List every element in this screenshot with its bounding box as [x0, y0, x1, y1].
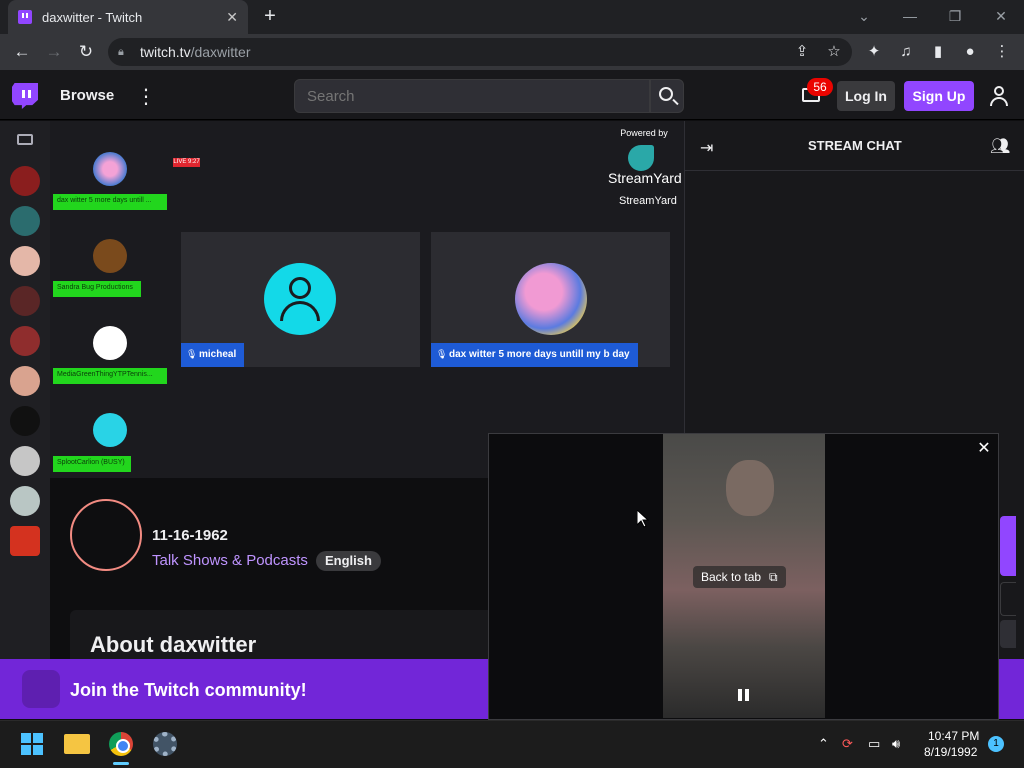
file-explorer-icon[interactable]	[64, 734, 90, 754]
back-arrow-icon[interactable]: ←	[11, 42, 33, 62]
signup-button[interactable]: Sign Up	[904, 81, 974, 111]
streamyard-logo-icon	[628, 145, 654, 171]
channel-avatar[interactable]	[10, 446, 40, 476]
live-badge: LIVE 9:27	[173, 158, 200, 167]
chat-input-edge[interactable]	[1000, 582, 1016, 616]
twitch-favicon-icon	[18, 10, 32, 24]
reload-icon[interactable]: ↻	[75, 42, 97, 62]
windows-start-icon[interactable]	[21, 733, 43, 755]
back-to-tab-label: Back to tab	[701, 570, 762, 584]
external-link-icon: ⧉	[769, 570, 778, 584]
tab-search-icon[interactable]: ⌄	[852, 6, 876, 26]
share-icon[interactable]: ⇪	[792, 42, 812, 62]
browser-tab[interactable]: daxwitter - Twitch ✕	[8, 0, 248, 34]
guest-name-tag: MediaGreenThingYTPTennis...	[53, 368, 167, 384]
user-menu-icon[interactable]	[990, 86, 1008, 106]
minimize-icon[interactable]: —	[898, 6, 922, 26]
guest-avatar	[93, 326, 127, 360]
new-tab-button[interactable]: +	[260, 6, 280, 26]
category-link[interactable]: Talk Shows & Podcasts	[152, 552, 308, 569]
bookmark-star-icon[interactable]: ☆	[824, 42, 844, 62]
channel-avatar[interactable]	[10, 406, 40, 436]
guest-name-tag: SplootCarlion (BUSY)	[53, 456, 131, 472]
tab-close-icon[interactable]: ✕	[226, 9, 238, 26]
search-icon	[659, 87, 673, 101]
network-icon[interactable]: ▭	[868, 736, 880, 752]
search-input[interactable]	[294, 79, 650, 113]
taskbar-time[interactable]: 10:47 PM	[928, 729, 979, 743]
profile-icon[interactable]: ●	[960, 42, 980, 62]
tab-title: daxwitter - Twitch	[42, 9, 143, 25]
notification-badge[interactable]: 1	[988, 736, 1004, 752]
tile-name-label: dax witter 5 more days untill my b day	[431, 343, 638, 367]
community-users-icon[interactable]: 👥︎	[990, 136, 1010, 156]
collapse-chat-icon[interactable]: ⇥	[700, 138, 713, 158]
chrome-menu-icon[interactable]: ⋮	[992, 42, 1012, 62]
media-control-icon[interactable]: ♫	[896, 42, 916, 62]
login-button[interactable]: Log In	[837, 81, 895, 111]
glitch-mascot-icon	[22, 670, 60, 708]
channel-profile-avatar[interactable]	[70, 499, 142, 571]
settings-gear-icon[interactable]	[153, 732, 177, 756]
show-hidden-icons-icon[interactable]: ⌃	[818, 736, 829, 752]
volume-icon[interactable]: 🔊︎	[892, 736, 900, 752]
guest-avatar	[93, 239, 127, 273]
streamyard-wordmark-small: StreamYard	[619, 195, 677, 207]
mic-muted-icon: 🎙︎	[186, 349, 198, 359]
channel-avatar[interactable]	[10, 246, 40, 276]
chat-title: STREAM CHAT	[808, 138, 902, 153]
pip-person	[726, 460, 774, 516]
video-camera-icon	[17, 134, 33, 145]
window-close-icon[interactable]: ✕	[989, 6, 1013, 26]
side-panel-icon[interactable]: ▮	[928, 42, 948, 62]
taskbar-date[interactable]: 8/19/1992	[924, 745, 977, 759]
active-app-indicator	[113, 762, 129, 765]
channel-avatar[interactable]	[10, 166, 40, 196]
guest-name-tag: Sandra Bug Productions	[53, 281, 141, 297]
powered-by-label: Powered by	[620, 128, 668, 138]
extensions-icon[interactable]: ✦	[864, 42, 884, 62]
chat-send-edge[interactable]	[1000, 620, 1016, 648]
channel-avatar[interactable]	[10, 326, 40, 356]
guest-avatar	[93, 413, 127, 447]
channel-avatar[interactable]	[10, 486, 40, 516]
chrome-icon[interactable]	[109, 732, 133, 756]
streamyard-wordmark: StreamYard	[608, 170, 682, 186]
url-path: /daxwitter	[190, 44, 251, 60]
restore-icon[interactable]: ❐	[943, 6, 967, 26]
channel-avatar[interactable]	[10, 286, 40, 316]
lock-icon: 🔒︎	[118, 46, 124, 58]
browse-link[interactable]: Browse	[60, 87, 114, 104]
channel-avatar[interactable]	[10, 366, 40, 396]
about-heading: About daxwitter	[90, 632, 257, 657]
channel-avatar[interactable]	[10, 206, 40, 236]
banner-text: Join the Twitch community!	[70, 680, 307, 700]
person-placeholder-icon	[264, 263, 336, 335]
guest-video-tile: dax witter 5 more days untill my b day	[431, 232, 670, 367]
guest-avatar	[515, 263, 587, 335]
chat-button-edge[interactable]	[1000, 516, 1016, 576]
url-host: twitch.tv	[140, 44, 191, 60]
search-button[interactable]	[650, 79, 684, 113]
pause-icon[interactable]	[737, 689, 751, 701]
sync-alert-icon[interactable]: ⟳	[842, 736, 853, 752]
pip-close-icon[interactable]: ✕	[975, 440, 993, 458]
address-bar[interactable]: 🔒︎ twitch.tv/daxwitter	[108, 38, 852, 66]
channel-avatar[interactable]	[10, 526, 40, 556]
language-tag[interactable]: English	[316, 551, 381, 571]
guest-avatar	[93, 152, 127, 186]
inbox-count-badge: 56	[807, 78, 833, 96]
mic-muted-icon: 🎙︎	[436, 349, 448, 359]
guest-name-tag: dax witter 5 more days untill ...	[53, 194, 167, 210]
mouse-cursor-icon	[637, 510, 649, 528]
back-to-tab-button[interactable]: Back to tab ⧉	[693, 566, 786, 588]
forward-arrow-icon[interactable]: →	[43, 42, 65, 62]
more-options-icon[interactable]: ⋮	[136, 84, 156, 109]
stream-title: 11-16-1962	[152, 527, 228, 544]
guest-video-tile: micheal	[181, 232, 420, 367]
